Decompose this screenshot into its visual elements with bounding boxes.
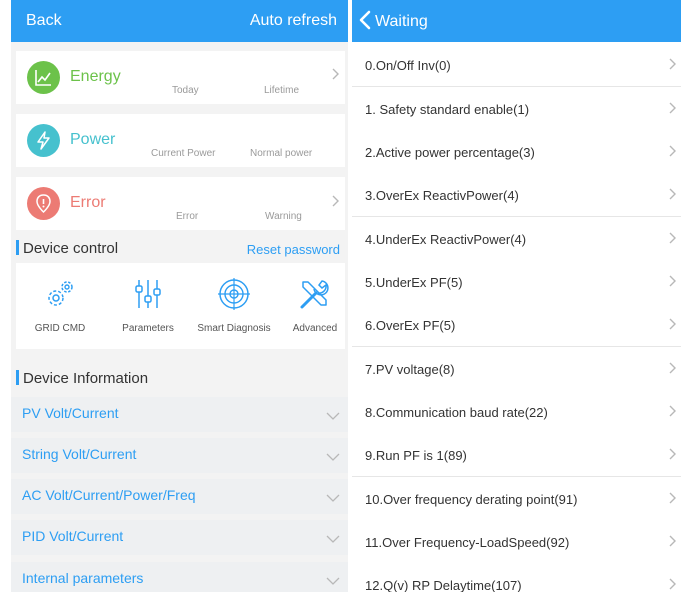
advanced-button[interactable]: Advanced — [286, 263, 344, 349]
param-item-label: 5.UnderEx PF(5) — [365, 275, 463, 290]
device-panel: Back Auto refresh Energy Today Lifetime … — [11, 0, 348, 592]
smart-diagnosis-label: Smart Diagnosis — [197, 323, 271, 334]
gears-icon — [43, 277, 77, 316]
grid-cmd-button[interactable]: GRID CMD — [26, 263, 94, 349]
param-item-3[interactable]: 3.OverEx ReactivPower(4) — [352, 173, 681, 217]
param-item-12[interactable]: 12.Q(v) RP Delaytime(107) — [352, 563, 681, 592]
chevron-down-icon — [326, 572, 340, 590]
param-item-label: 2.Active power percentage(3) — [365, 145, 535, 160]
radar-icon — [217, 277, 251, 316]
energy-today-label: Today — [172, 85, 199, 96]
param-item-label: 0.On/Off Inv(0) — [365, 58, 451, 73]
auto-refresh-button[interactable]: Auto refresh — [250, 12, 337, 30]
param-item-4[interactable]: 4.UnderEx ReactivPower(4) — [352, 217, 681, 261]
advanced-label: Advanced — [292, 323, 338, 334]
smart-diagnosis-button[interactable]: Smart Diagnosis — [192, 263, 276, 349]
chevron-right-icon — [669, 317, 676, 335]
param-item-5[interactable]: 5.UnderEx PF(5) — [352, 260, 681, 304]
param-item-label: 6.OverEx PF(5) — [365, 318, 456, 333]
param-item-9[interactable]: 9.Run PF is 1(89) — [352, 433, 681, 477]
power-card[interactable]: Power Current Power Normal power — [16, 114, 345, 167]
alert-icon — [27, 187, 60, 220]
param-item-label: 1. Safety standard enable(1) — [365, 102, 530, 117]
chevron-right-icon — [669, 101, 676, 119]
param-item-label: 9.Run PF is 1(89) — [365, 448, 467, 463]
info-row-string[interactable]: String Volt/Current — [11, 438, 348, 473]
sliders-icon — [131, 277, 165, 316]
chevron-right-icon — [669, 361, 676, 379]
chevron-down-icon — [326, 407, 340, 425]
info-row-label: String Volt/Current — [22, 446, 137, 462]
lightning-icon — [27, 124, 60, 157]
chevron-right-icon — [669, 144, 676, 162]
back-chevron-icon[interactable] — [359, 10, 371, 35]
error-card[interactable]: Error Error Warning — [16, 177, 345, 230]
param-item-label: 10.Over frequency derating point(91) — [365, 492, 578, 507]
param-item-0[interactable]: 0.On/Off Inv(0) — [352, 43, 681, 87]
section-marker — [16, 370, 19, 385]
info-row-label: PID Volt/Current — [22, 528, 124, 544]
top-bar: Waiting — [352, 0, 681, 42]
reset-password-link[interactable]: Reset password — [247, 242, 340, 257]
param-item-2[interactable]: 2.Active power percentage(3) — [352, 130, 681, 174]
device-control-title: Device control — [23, 240, 119, 257]
energy-title: Energy — [70, 68, 121, 85]
param-item-8[interactable]: 8.Communication baud rate(22) — [352, 390, 681, 434]
param-item-11[interactable]: 11.Over Frequency-LoadSpeed(92) — [352, 520, 681, 564]
chevron-right-icon — [669, 274, 676, 292]
power-title: Power — [70, 131, 116, 148]
param-item-6[interactable]: 6.OverEx PF(5) — [352, 303, 681, 347]
param-item-10[interactable]: 10.Over frequency derating point(91) — [352, 477, 681, 521]
chevron-right-icon — [669, 491, 676, 509]
device-control-heading: Device control — [16, 240, 118, 257]
param-item-label: 4.UnderEx ReactivPower(4) — [365, 232, 527, 247]
waiting-title[interactable]: Waiting — [375, 13, 428, 31]
energy-lifetime-label: Lifetime — [264, 85, 300, 96]
param-item-7[interactable]: 7.PV voltage(8) — [352, 347, 681, 391]
chevron-right-icon — [669, 404, 676, 422]
chevron-right-icon — [669, 534, 676, 552]
chevron-down-icon — [326, 489, 340, 507]
info-row-pid[interactable]: PID Volt/Current — [11, 520, 348, 555]
info-row-ac[interactable]: AC Volt/Current/Power/Freq — [11, 479, 348, 514]
info-row-internal[interactable]: Internal parameters — [11, 562, 348, 592]
info-row-label: AC Volt/Current/Power/Freq — [22, 487, 196, 503]
device-information-heading: Device Information — [16, 370, 148, 387]
chevron-right-icon — [669, 57, 676, 75]
parameters-label: Parameters — [122, 323, 174, 334]
info-row-label: Internal parameters — [22, 570, 144, 586]
grid-cmd-label: GRID CMD — [34, 323, 86, 334]
warning-count-label: Warning — [265, 211, 302, 222]
top-bar: Back Auto refresh — [11, 0, 348, 42]
chevron-right-icon — [669, 577, 676, 592]
param-item-label: 8.Communication baud rate(22) — [365, 405, 548, 420]
device-control-card: GRID CMD Parameters Smart Diagnosis Adva… — [16, 263, 345, 349]
power-normal-label: Normal power — [250, 148, 313, 159]
section-marker — [16, 240, 19, 255]
info-row-label: PV Volt/Current — [22, 405, 119, 421]
param-item-label: 7.PV voltage(8) — [365, 362, 455, 377]
device-information-title: Device Information — [23, 370, 149, 387]
error-title: Error — [70, 194, 106, 211]
param-item-1[interactable]: 1. Safety standard enable(1) — [352, 87, 681, 131]
power-current-label: Current Power — [151, 148, 216, 159]
chevron-right-icon — [669, 187, 676, 205]
param-item-label: 3.OverEx ReactivPower(4) — [365, 188, 519, 203]
back-button[interactable]: Back — [26, 12, 62, 30]
chevron-right-icon — [332, 195, 339, 210]
param-item-label: 11.Over Frequency-LoadSpeed(92) — [365, 535, 570, 550]
chevron-right-icon — [669, 231, 676, 249]
error-count-label: Error — [176, 211, 199, 222]
chart-icon — [27, 61, 60, 94]
chevron-down-icon — [326, 530, 340, 548]
tools-icon — [298, 277, 332, 316]
chevron-right-icon — [669, 447, 676, 465]
energy-card[interactable]: Energy Today Lifetime — [16, 51, 345, 104]
info-row-pv[interactable]: PV Volt/Current — [11, 397, 348, 432]
chevron-down-icon — [326, 448, 340, 466]
chevron-right-icon — [332, 68, 339, 83]
param-item-label: 12.Q(v) RP Delaytime(107) — [365, 578, 522, 592]
parameter-panel: Waiting 0.On/Off Inv(0) 1. Safety standa… — [352, 0, 681, 592]
parameters-button[interactable]: Parameters — [114, 263, 182, 349]
